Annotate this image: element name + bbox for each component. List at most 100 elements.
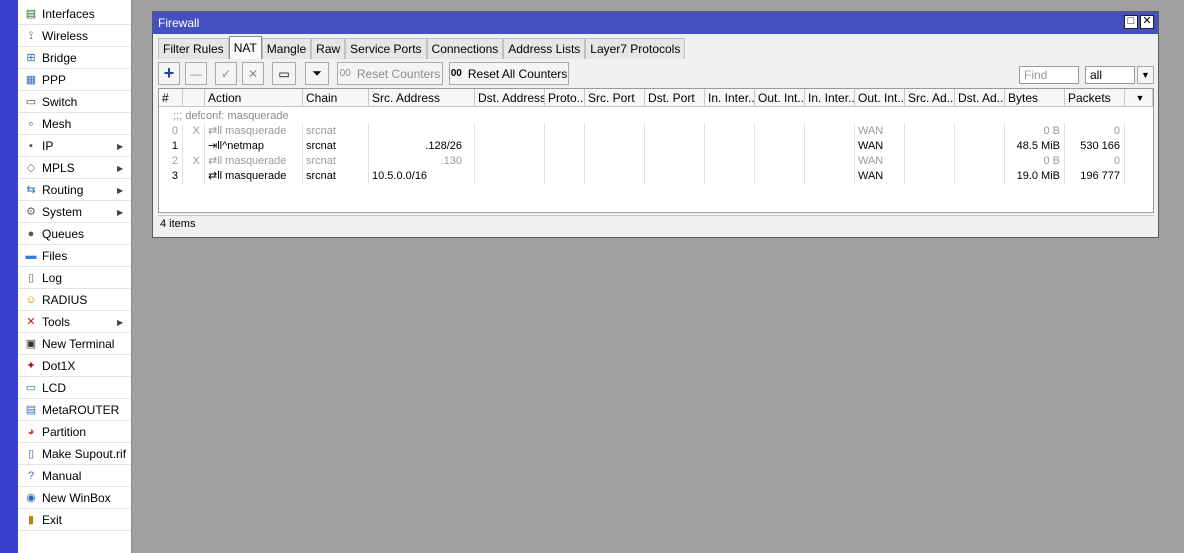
sidebar-item-ppp[interactable]: ▦ PPP: [18, 69, 131, 91]
column-header[interactable]: Dst. Port: [645, 89, 705, 107]
filter-icon[interactable]: ⏷: [305, 62, 329, 85]
sidebar-item-system[interactable]: ⚙ System ▶: [18, 201, 131, 223]
enable-rule-button[interactable]: ✓: [215, 62, 237, 85]
sidebar-item-make-supout-rif[interactable]: ▯ Make Supout.rif: [18, 443, 131, 465]
cell-out-int: WAN: [855, 139, 905, 154]
remove-rule-button[interactable]: —: [185, 62, 207, 85]
reset-all-counters-label: Reset All Counters: [467, 66, 568, 81]
column-header[interactable]: Packets: [1065, 89, 1125, 107]
cell-chain: srcnat: [303, 169, 369, 184]
empty-cell: [755, 154, 805, 169]
submenu-arrow-icon: ▶: [117, 163, 124, 173]
column-chooser-icon[interactable]: ▼: [1125, 89, 1153, 107]
column-header[interactable]: In. Inter...: [705, 89, 755, 107]
column-header[interactable]: Dst. Ad...: [955, 89, 1005, 107]
sidebar-item-dot1x[interactable]: ✦ Dot1X: [18, 355, 131, 377]
empty-cell: [955, 124, 1005, 139]
sidebar-item-log[interactable]: ▯ Log: [18, 267, 131, 289]
column-header[interactable]: #: [159, 89, 183, 107]
empty-cell: [805, 124, 855, 139]
sidebar-item-ip[interactable]: ▪ IP ▶: [18, 135, 131, 157]
sidebar-item-new-winbox[interactable]: ◉ New WinBox: [18, 487, 131, 509]
column-header[interactable]: Dst. Address: [475, 89, 545, 107]
empty-cell: [805, 169, 855, 184]
sidebar-item-files[interactable]: ▬ Files: [18, 245, 131, 267]
reset-all-counters-button[interactable]: 00 Reset All Counters: [449, 62, 569, 85]
sidebar-item-new-terminal[interactable]: ▣ New Terminal: [18, 333, 131, 355]
sidebar-item-mesh[interactable]: ∘ Mesh: [18, 113, 131, 135]
empty-cell: [905, 124, 955, 139]
cell-packets: 0: [1065, 154, 1125, 169]
empty-cell: [805, 139, 855, 154]
cell-src: 10.5.0.0/16: [369, 169, 475, 184]
table-row[interactable]: 1 ⇥ll^netmap srcnat .128/26 WAN 48.5 MiB 530 1…: [159, 139, 1153, 154]
column-header[interactable]: Bytes: [1005, 89, 1065, 107]
sidebar-item-label: Routing: [42, 183, 84, 197]
sidebar-item-radius[interactable]: ☺ RADIUS: [18, 289, 131, 311]
sidebar-item-routing[interactable]: ⇆ Routing ▶: [18, 179, 131, 201]
cell-action: ⇄ll masquerade: [205, 169, 303, 184]
empty-cell: [705, 154, 755, 169]
rule-comment-row[interactable]: ;;; defconf: masquerade: [159, 109, 1153, 124]
cell-action: ⇄ll masquerade: [205, 154, 303, 169]
sidebar-item-manual[interactable]: ? Manual: [18, 465, 131, 487]
column-header[interactable]: Chain: [303, 89, 369, 107]
empty-cell: [545, 154, 585, 169]
cell-src: .130: [369, 154, 475, 169]
window-titlebar[interactable]: Firewall □ ✕: [153, 12, 1158, 34]
column-header[interactable]: [183, 89, 205, 107]
column-header[interactable]: Src. Port: [585, 89, 645, 107]
routing-icon: ⇆: [26, 184, 36, 196]
partition-icon: ◕: [27, 426, 35, 438]
scope-dropdown-icon[interactable]: ▼: [1137, 66, 1154, 84]
sidebar-item-label: Log: [42, 271, 63, 285]
column-header[interactable]: Action: [205, 89, 303, 107]
tab-filter-rules[interactable]: Filter Rules: [158, 38, 229, 59]
sidebar-item-label: Make Supout.rif: [42, 447, 127, 461]
column-header[interactable]: Proto...: [545, 89, 585, 107]
sidebar-item-queues[interactable]: ● Queues: [18, 223, 131, 245]
sidebar-item-switch[interactable]: ▭ Switch: [18, 91, 131, 113]
sidebar-item-bridge[interactable]: ⊞ Bridge: [18, 47, 131, 69]
sidebar-item-exit[interactable]: ▮ Exit: [18, 509, 131, 531]
tab-layer7-protocols[interactable]: Layer7 Protocols: [585, 38, 686, 59]
firewall-tabs: Filter Rules NAT Mangle Raw Service Ports Con…: [158, 36, 686, 59]
table-row[interactable]: 0 X ⇄ll masquerade srcnat WAN 0 B0: [159, 124, 1153, 139]
sidebar-item-tools[interactable]: ✕ Tools ▶: [18, 311, 131, 333]
table-row[interactable]: 3 ⇄ll masquerade srcnat 10.5.0.0/16 WAN 19.0 …: [159, 169, 1153, 184]
add-rule-button[interactable]: +: [158, 62, 180, 85]
scope-select[interactable]: all: [1085, 66, 1135, 84]
sidebar-item-label: System: [42, 205, 83, 219]
cell-out-int: WAN: [855, 154, 905, 169]
disable-rule-button[interactable]: ✕: [242, 62, 264, 85]
close-window-icon[interactable]: ✕: [1140, 15, 1154, 29]
find-input[interactable]: Find: [1019, 66, 1079, 84]
reset-counters-button[interactable]: 00 Reset Counters: [337, 62, 443, 85]
sidebar-item-partition[interactable]: ◕ Partition: [18, 421, 131, 443]
tab-address-lists[interactable]: Address Lists: [503, 38, 586, 59]
reset-counters-label: Reset Counters: [356, 66, 441, 81]
table-row[interactable]: 2 X ⇄ll masquerade srcnat .130 WAN 0 B0: [159, 154, 1153, 169]
sidebar-item-mpls[interactable]: ◇ MPLS ▶: [18, 157, 131, 179]
cell-action: ⇥ll^netmap: [205, 139, 303, 154]
column-header[interactable]: Out. Int...: [855, 89, 905, 107]
cell-bytes: 0 B: [1005, 124, 1065, 139]
tab-connections[interactable]: Connections: [426, 38, 504, 59]
sidebar-item-metarouter[interactable]: ▤ MetaROUTER: [18, 399, 131, 421]
sidebar-item-interfaces[interactable]: ▤ Interfaces: [18, 3, 131, 25]
sidebar-item-wireless[interactable]: ⟟ Wireless: [18, 25, 131, 47]
comment-button[interactable]: ▭: [272, 62, 296, 85]
tab-mangle[interactable]: Mangle: [261, 38, 312, 59]
column-header[interactable]: In. Inter...: [805, 89, 855, 107]
restore-window-icon[interactable]: □: [1124, 15, 1138, 29]
tab-raw[interactable]: Raw: [311, 38, 346, 59]
tab-service-ports[interactable]: Service Ports: [345, 38, 427, 59]
sidebar-item-lcd[interactable]: ▭ LCD: [18, 377, 131, 399]
sidebar-item-label: New WinBox: [42, 491, 111, 505]
cell-chain: srcnat: [303, 139, 369, 154]
column-header[interactable]: Src. Address: [369, 89, 475, 107]
column-header[interactable]: Src. Ad...: [905, 89, 955, 107]
tab-nat[interactable]: NAT: [228, 36, 262, 59]
column-header[interactable]: Out. Int...: [755, 89, 805, 107]
empty-cell: [905, 154, 955, 169]
